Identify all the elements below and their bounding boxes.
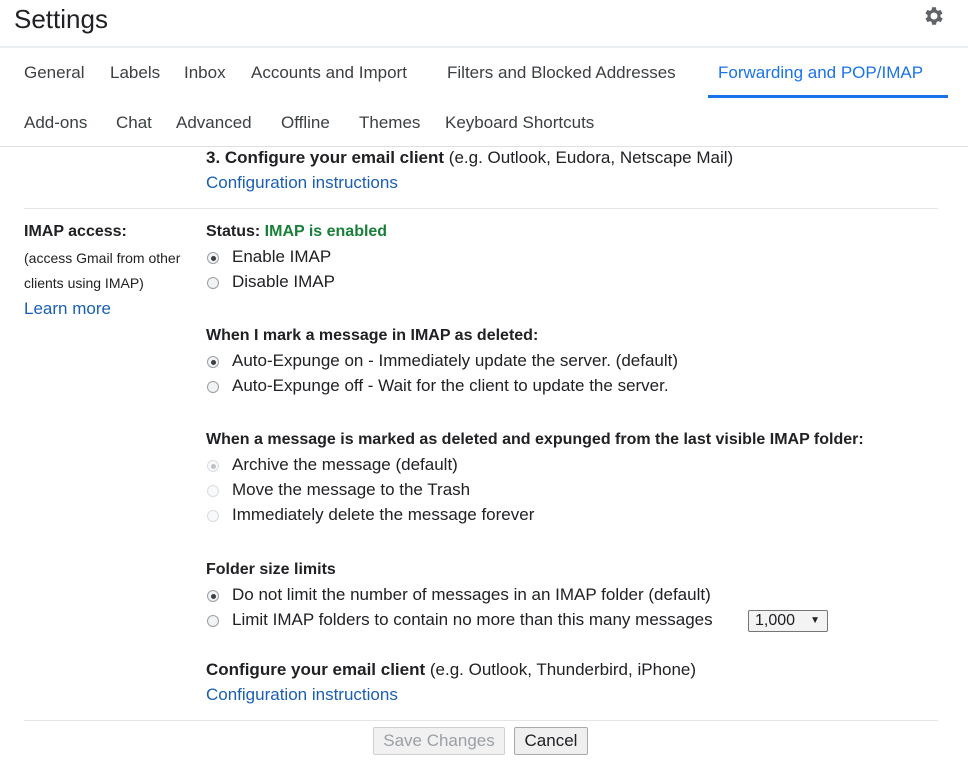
archive-message-radio[interactable] bbox=[207, 460, 219, 472]
tab-themes[interactable]: Themes bbox=[359, 113, 420, 133]
disable-imap-radio[interactable] bbox=[207, 277, 219, 289]
tab-offline[interactable]: Offline bbox=[281, 113, 330, 133]
folder-limit-value: 1,000 bbox=[755, 612, 796, 629]
configure-client: Configure your email client (e.g. Outloo… bbox=[206, 660, 696, 680]
tab-chat[interactable]: Chat bbox=[116, 113, 152, 133]
delete-forever-label[interactable]: Immediately delete the message forever bbox=[232, 505, 534, 525]
imap-status: Status: IMAP is enabled bbox=[206, 223, 387, 241]
limit-folders-label[interactable]: Limit IMAP folders to contain no more th… bbox=[232, 610, 713, 630]
tabs-divider bbox=[0, 146, 968, 147]
pop-config-instructions-link[interactable]: Configuration instructions bbox=[206, 173, 398, 193]
section-divider bbox=[24, 208, 938, 209]
tab-keyboard-shortcuts[interactable]: Keyboard Shortcuts bbox=[445, 113, 594, 133]
tab-labels[interactable]: Labels bbox=[110, 63, 160, 83]
imap-access-label: IMAP access: bbox=[24, 223, 127, 240]
footer-divider bbox=[24, 720, 938, 721]
auto-expunge-on-radio[interactable] bbox=[207, 356, 219, 368]
move-to-trash-radio[interactable] bbox=[207, 485, 219, 497]
imap-access-description-2: clients using IMAP) bbox=[24, 275, 144, 291]
header-divider bbox=[0, 46, 968, 48]
deleted-heading: When I mark a message in IMAP as deleted… bbox=[206, 327, 539, 344]
pop-step-heading: 3. Configure your email client bbox=[206, 148, 445, 167]
page-title: Settings bbox=[14, 4, 108, 34]
auto-expunge-on-label[interactable]: Auto-Expunge on - Immediately update the… bbox=[232, 351, 678, 371]
tab-add-ons[interactable]: Add-ons bbox=[24, 113, 87, 133]
tab-advanced[interactable]: Advanced bbox=[176, 113, 252, 133]
learn-more-link[interactable]: Learn more bbox=[24, 299, 111, 319]
imap-config-instructions-link[interactable]: Configuration instructions bbox=[206, 685, 398, 705]
auto-expunge-off-label[interactable]: Auto-Expunge off - Wait for the client t… bbox=[232, 376, 669, 396]
folder-limit-select[interactable]: 1,000 ▼ bbox=[748, 610, 828, 632]
cancel-button[interactable]: Cancel bbox=[514, 727, 588, 755]
tab-accounts-and-import[interactable]: Accounts and Import bbox=[251, 63, 407, 83]
disable-imap-label[interactable]: Disable IMAP bbox=[232, 272, 335, 292]
move-to-trash-label[interactable]: Move the message to the Trash bbox=[232, 480, 470, 500]
tab-general[interactable]: General bbox=[24, 63, 84, 83]
expunged-heading: When a message is marked as deleted and … bbox=[206, 431, 864, 448]
imap-status-label: Status: bbox=[206, 223, 265, 240]
tab-filters-and-blocked-addresses[interactable]: Filters and Blocked Addresses bbox=[447, 63, 676, 83]
active-tab-indicator bbox=[708, 95, 948, 98]
delete-forever-radio[interactable] bbox=[207, 510, 219, 522]
dropdown-caret-icon: ▼ bbox=[810, 615, 820, 626]
no-folder-limit-radio[interactable] bbox=[207, 590, 219, 602]
pop-step-3: 3. Configure your email client (e.g. Out… bbox=[206, 148, 733, 168]
imap-status-value: IMAP is enabled bbox=[264, 223, 388, 240]
gear-icon[interactable] bbox=[922, 4, 946, 28]
folder-size-heading: Folder size limits bbox=[206, 561, 336, 578]
configure-client-note: (e.g. Outlook, Thunderbird, iPhone) bbox=[425, 660, 697, 679]
auto-expunge-off-radio[interactable] bbox=[207, 381, 219, 393]
configure-client-heading: Configure your email client bbox=[206, 660, 426, 679]
enable-imap-radio[interactable] bbox=[207, 252, 219, 264]
limit-folders-radio[interactable] bbox=[207, 615, 219, 627]
tab-inbox[interactable]: Inbox bbox=[184, 63, 226, 83]
tab-forwarding-and-pop-imap[interactable]: Forwarding and POP/IMAP bbox=[718, 63, 923, 83]
no-folder-limit-label[interactable]: Do not limit the number of messages in a… bbox=[232, 585, 711, 605]
save-changes-button[interactable]: Save Changes bbox=[373, 727, 505, 755]
imap-access-description-1: (access Gmail from other bbox=[24, 250, 181, 266]
archive-message-label[interactable]: Archive the message (default) bbox=[232, 455, 458, 475]
pop-step-note: (e.g. Outlook, Eudora, Netscape Mail) bbox=[444, 148, 734, 167]
enable-imap-label[interactable]: Enable IMAP bbox=[232, 247, 331, 267]
